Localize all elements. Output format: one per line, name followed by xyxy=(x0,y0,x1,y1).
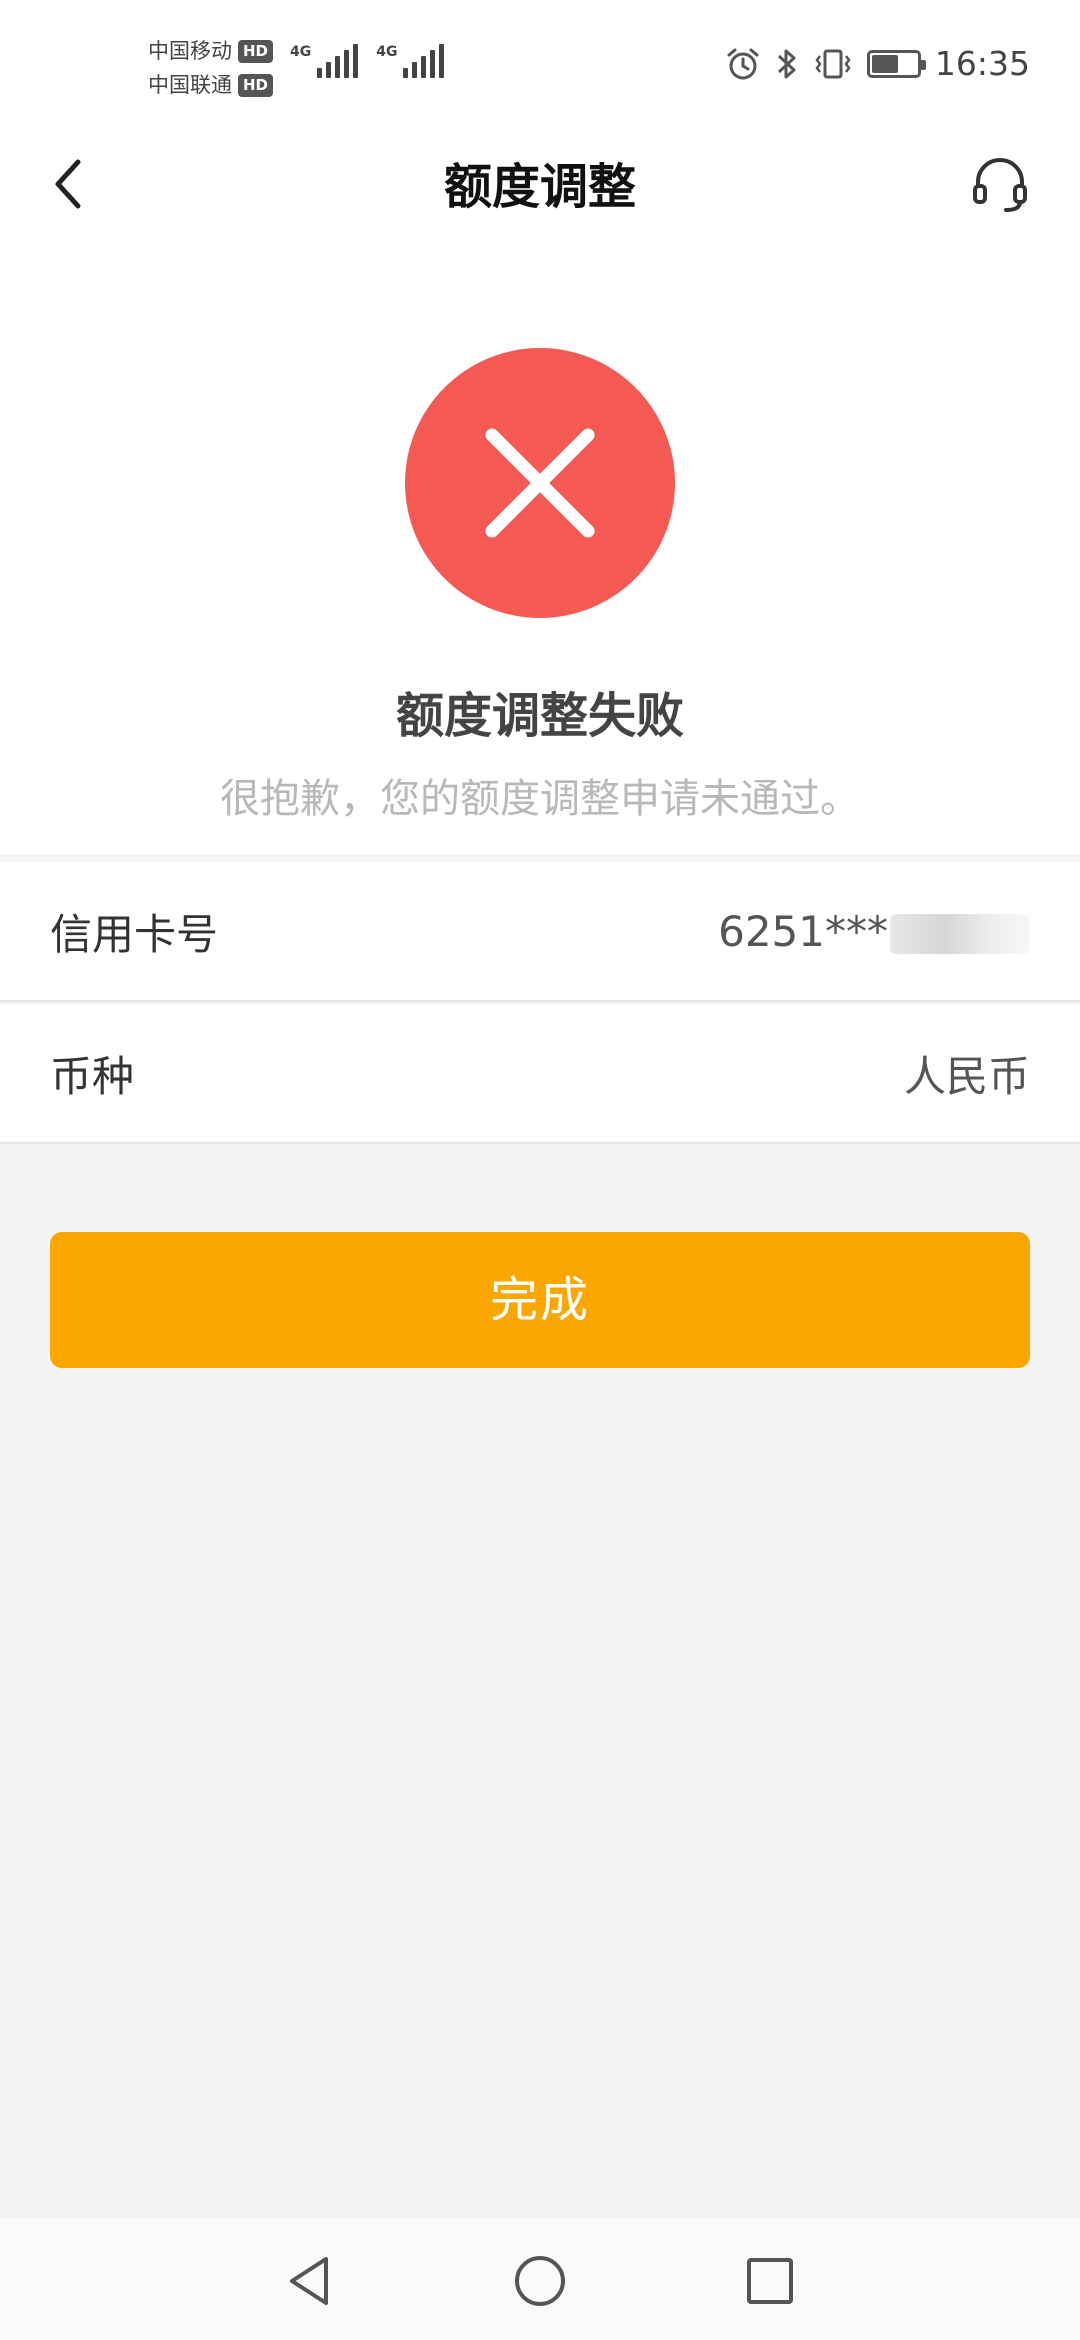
network-type-2: 4G xyxy=(376,44,398,60)
status-bar: 中国移动 HD 中国联通 HD 4G 4G 16:35 xyxy=(0,0,1080,132)
close-icon xyxy=(485,428,595,538)
signal-indicators: 4G 4G xyxy=(290,44,445,78)
battery-icon xyxy=(866,49,926,78)
masked-digits xyxy=(890,914,1030,954)
network-type-1: 4G xyxy=(290,44,312,60)
alarm-icon xyxy=(727,48,759,79)
headset-icon xyxy=(973,158,1027,212)
chevron-left-icon xyxy=(55,159,81,209)
carrier-name-1: 中国移动 xyxy=(148,39,232,63)
circle-home-icon xyxy=(515,2256,565,2306)
credit-limit-result-screen: 中国移动 HD 中国联通 HD 4G 4G 16:35 额度调整 额度调整失败 … xyxy=(0,0,1080,2340)
hd-badge-1: HD xyxy=(238,39,274,63)
navigation-bar: 额度调整 xyxy=(0,132,1080,242)
card-number-row: 信用卡号 6251*** xyxy=(0,862,1080,1002)
bluetooth-icon xyxy=(777,49,796,78)
vibrate-icon xyxy=(815,49,851,78)
fail-status-badge xyxy=(405,348,675,618)
system-navigation-bar xyxy=(0,2218,1080,2340)
hd-badge-2: HD xyxy=(238,73,274,97)
signal-strength-icon: 4G xyxy=(290,44,359,78)
carrier-info: 中国移动 HD 中国联通 HD xyxy=(148,34,274,102)
square-recent-icon xyxy=(747,2258,793,2304)
status-time: 16:35 xyxy=(934,44,1030,83)
system-back-button[interactable] xyxy=(275,2246,345,2316)
customer-service-button[interactable] xyxy=(960,142,1040,226)
currency-label: 币种 xyxy=(50,1051,135,1101)
carrier-name-2: 中国联通 xyxy=(148,73,232,97)
result-title: 额度调整失败 xyxy=(395,688,684,744)
card-number-value: 6251*** xyxy=(718,907,1030,956)
triangle-back-icon xyxy=(290,2257,328,2305)
signal-strength-icon: 4G xyxy=(376,44,445,78)
card-number-label: 信用卡号 xyxy=(50,909,219,959)
back-button[interactable] xyxy=(36,142,100,226)
currency-row: 币种 人民币 xyxy=(0,1004,1080,1144)
status-icons: 16:35 xyxy=(725,44,1030,83)
system-recent-apps-button[interactable] xyxy=(735,2246,805,2316)
page-title: 额度调整 xyxy=(443,159,636,215)
system-home-button[interactable] xyxy=(505,2246,575,2316)
card-number-text: 6251*** xyxy=(718,906,888,956)
done-button[interactable]: 完成 xyxy=(50,1232,1030,1368)
result-panel: 额度调整失败 很抱歉，您的额度调整申请未通过。 xyxy=(0,242,1080,854)
currency-value: 人民币 xyxy=(903,1051,1030,1101)
result-description: 很抱歉，您的额度调整申请未通过。 xyxy=(220,776,860,822)
